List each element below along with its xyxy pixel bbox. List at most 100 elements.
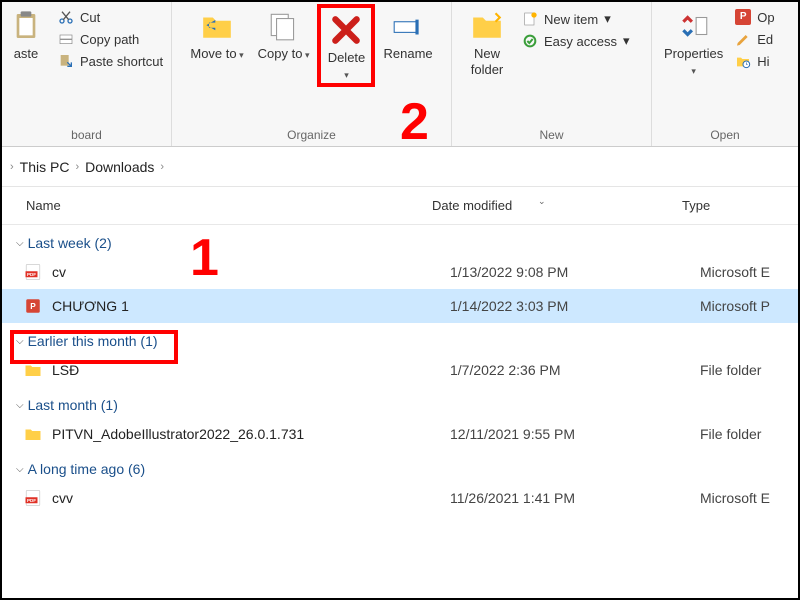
file-row[interactable]: PDF cvv11/26/2021 1:41 PMMicrosoft E [2,481,798,515]
ppt-icon: P [24,297,42,315]
file-name: cvv [52,490,450,506]
rename-icon [390,8,426,44]
ribbon-group-open: Properties▾ P Op Ed Hi Open [652,2,798,146]
chevron-down-icon: ⌵ [16,336,24,347]
file-list: ⌵Last week (2)PDFcv1/13/2022 9:08 PMMicr… [2,225,798,515]
column-headers: Name ⌄ Date modified Type [2,187,798,225]
clipboard-icon [8,8,44,44]
file-row[interactable]: P CHƯƠNG 11/14/2022 3:03 PMMicrosoft P [2,289,798,323]
ribbon: aste Cut Copy path Paste shortcut board [2,2,798,147]
svg-text:PDF: PDF [27,498,36,503]
pdf-icon: PDF [24,489,42,507]
file-date: 1/7/2022 2:36 PM [450,362,700,378]
column-name[interactable]: Name [26,198,432,213]
open-group-label: Open [652,128,798,142]
file-type: Microsoft E [700,490,798,506]
copy-to-label: Copy to [258,46,303,61]
folder-icon [24,425,42,443]
chevron-down-icon: ⌵ [16,464,24,475]
annotation-1: 1 [190,232,219,284]
chevron-right-icon: › [160,161,164,173]
breadcrumb[interactable]: › This PC › Downloads › [2,147,798,187]
properties-icon [676,8,712,44]
group-header[interactable]: ⌵Last week (2) [2,225,798,255]
properties-label: Properties [664,46,723,61]
file-type: File folder [700,426,798,442]
rename-button[interactable]: Rename [377,4,438,64]
cut-button[interactable]: Cut [56,8,165,26]
breadcrumb-this-pc[interactable]: This PC [20,159,70,175]
clipboard-group-label: board [2,128,171,142]
svg-text:PDF: PDF [27,272,36,277]
file-type: Microsoft P [700,298,798,314]
open-button[interactable]: P Op [733,8,776,26]
edit-label: Ed [757,32,773,47]
easy-access-button[interactable]: Easy access ▾ [520,32,632,50]
column-date-modified[interactable]: ⌄ Date modified [432,198,682,213]
ribbon-group-new: New folder New item ▾ Easy access ▾ New [452,2,652,146]
svg-text:P: P [30,302,36,311]
file-date: 12/11/2021 9:55 PM [450,426,700,442]
sort-indicator-icon: ⌄ [538,196,546,207]
file-date: 11/26/2021 1:41 PM [450,490,700,506]
new-folder-icon [469,8,505,44]
chevron-right-icon: › [10,161,14,173]
file-row[interactable]: LSĐ1/7/2022 2:36 PMFile folder [2,353,798,387]
new-item-label: New item [544,12,598,27]
copy-path-label: Copy path [80,32,139,47]
paste-shortcut-button[interactable]: Paste shortcut [56,52,165,70]
edit-button[interactable]: Ed [733,30,776,48]
easy-access-icon [522,33,538,49]
folder-icon [24,361,42,379]
copy-to-icon [266,8,302,44]
file-row[interactable]: PITVN_AdobeIllustrator2022_26.0.1.73112/… [2,417,798,451]
group-title: Last month (1) [28,397,118,413]
copy-path-icon [58,31,74,47]
file-name: cv [52,264,450,280]
group-header[interactable]: ⌵ A long time ago (6) [2,451,798,481]
paste-shortcut-icon [58,53,74,69]
chevron-down-icon: ⌵ [16,238,24,249]
new-group-label: New [452,128,651,142]
file-type: File folder [700,362,798,378]
file-date: 1/14/2022 3:03 PM [450,298,700,314]
chevron-right-icon: › [75,161,79,173]
file-name: CHƯƠNG 1 [52,298,450,314]
group-header[interactable]: ⌵ Earlier this month (1) [2,323,798,353]
history-label: Hi [757,54,769,69]
copy-to-button[interactable]: Copy to ▾ [252,4,316,64]
history-button[interactable]: Hi [733,52,776,70]
move-to-button[interactable]: Move to ▾ [184,4,249,64]
pdf-icon: PDF [24,263,42,281]
new-item-button[interactable]: New item ▾ [520,10,632,28]
file-row[interactable]: PDF cv1/13/2022 9:08 PMMicrosoft E [2,255,798,289]
easy-access-label: Easy access [544,34,617,49]
rename-label: Rename [383,46,432,62]
history-icon [735,53,751,69]
move-to-icon [199,8,235,44]
powerpoint-icon: P [735,9,751,25]
ribbon-group-clipboard: aste Cut Copy path Paste shortcut board [2,2,172,146]
dropdown-icon: ▾ [604,11,611,27]
chevron-down-icon: ⌵ [16,400,24,411]
open-label: Op [757,10,774,25]
file-type: Microsoft E [700,264,798,280]
paste-button[interactable]: aste [8,4,50,70]
new-item-icon [522,11,538,27]
breadcrumb-downloads[interactable]: Downloads [85,159,154,175]
group-title: Earlier this month (1) [28,333,158,349]
new-folder-button[interactable]: New folder [458,4,516,79]
new-folder-label: New folder [464,46,510,77]
copy-path-button[interactable]: Copy path [56,30,165,48]
group-header[interactable]: ⌵ Last month (1) [2,387,798,417]
delete-button[interactable]: Delete▾ [317,4,375,87]
move-to-label: Move to [190,46,236,61]
group-title: A long time ago (6) [28,461,146,477]
column-date-label: Date modified [432,198,512,213]
column-type[interactable]: Type [682,198,798,213]
properties-button[interactable]: Properties▾ [658,4,729,79]
delete-x-icon [328,12,364,48]
paste-label: aste [14,46,39,62]
paste-shortcut-label: Paste shortcut [80,54,163,69]
file-date: 1/13/2022 9:08 PM [450,264,700,280]
